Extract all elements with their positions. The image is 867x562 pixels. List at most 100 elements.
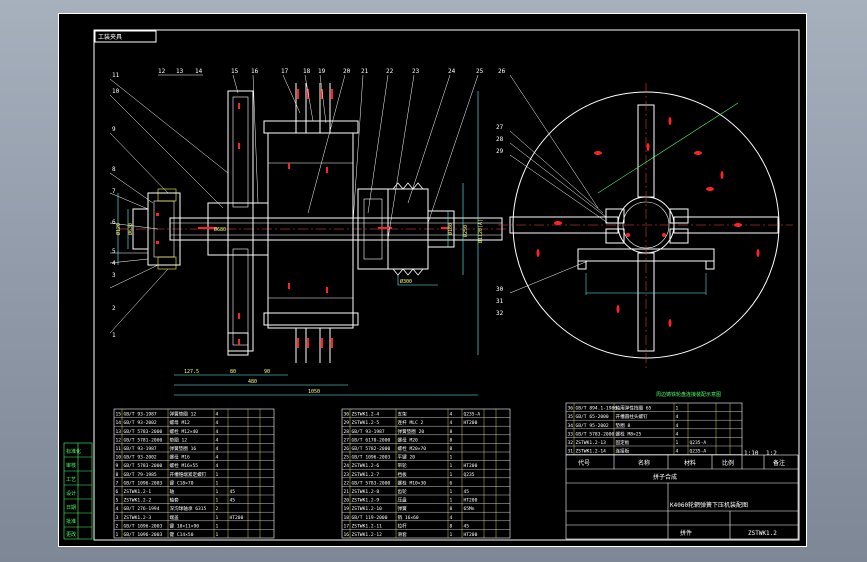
bom-cell: GB/T 5782-2000 — [352, 446, 391, 452]
bom-cell: GB/T 276-1994 — [124, 506, 160, 512]
bom-cell: 弹簧垫圈 20 — [398, 428, 425, 435]
balloon-26: 26 — [498, 68, 506, 75]
bom-cell: GB/T 65-2000 — [576, 414, 609, 420]
bom-cell: 65Mn — [464, 506, 475, 512]
bom-cell: 螺栓 M10×30 — [398, 479, 427, 486]
bom-cell: 8 — [116, 472, 119, 478]
balloon-23: 23 — [412, 68, 420, 75]
balloon-2: 2 — [112, 305, 116, 312]
balloon-4: 4 — [112, 260, 116, 267]
bom-cell: GB/T 1096-2003 — [124, 532, 163, 538]
bom-cell: GB/T 5783-2000 — [576, 431, 615, 437]
balloon-9: 9 — [112, 126, 116, 133]
balloon-18: 18 — [303, 68, 311, 75]
bom-cell: 4 — [216, 420, 219, 426]
tb-header-1: 名称 — [638, 459, 650, 467]
bom-cell: GB/T 93-2002 — [124, 420, 157, 426]
strip-6: 更改 — [66, 531, 76, 538]
bom-cell: 弹簧 — [398, 505, 408, 512]
bom-cell: 1 — [450, 489, 453, 495]
bom-cell: ZSTWK1.2-4 — [352, 412, 380, 418]
bom-cell: 8 — [450, 429, 453, 435]
bom-cell: GB/T 5783-2000 — [124, 463, 163, 469]
tb-footer-left: 拼件 — [680, 529, 692, 537]
bom-cell: GB/T 6170-2000 — [352, 437, 391, 443]
bom-cell: 轴用弹性挡圈 65 — [616, 405, 652, 412]
title-block-texts: 代号 名称 材料 比例 备注 拼子合成 K4060轮辋弹簧下压机装配图 拼件 Z… — [578, 450, 785, 537]
bom-cell: 2 — [216, 506, 219, 512]
bom-cell: 螺栓 M12×40 — [170, 428, 199, 435]
bom-cell: 3 — [116, 515, 119, 521]
dim-d180: Ø180 — [447, 223, 454, 235]
dim-d680: Ø680 — [214, 226, 226, 233]
bom-cell: 1 — [676, 440, 679, 446]
bom-cell: 4 — [216, 429, 219, 435]
bom-cell: ZSTWK1.2-7 — [352, 472, 380, 478]
balloon-12: 12 — [158, 68, 166, 75]
bom-table-right: 36 GB/T 894.1-1986轴用弹性挡圈 65 1 35 GB/T 65-200… — [565, 402, 743, 455]
bom-cell: 7 — [116, 480, 119, 486]
bom-cell: 30 — [344, 412, 350, 418]
bom-cell: 4 — [450, 420, 453, 426]
tb-drawing-title: K4060轮辋弹簧下压机装配图 — [670, 501, 748, 509]
tb-part-name: 拼子合成 — [653, 473, 677, 481]
bom-cell: ZSTWK1.2-2 — [124, 498, 152, 504]
bom-cell: ZSTWK1.2-1 — [124, 489, 152, 495]
bom-cell: 4 — [676, 423, 679, 429]
bom-cell: 19 — [344, 506, 350, 512]
bom-cell: ZSTWK1.2-8 — [352, 489, 380, 495]
bom-cell: 带轮 — [398, 462, 408, 469]
balloon-27: 27 — [496, 124, 504, 131]
balloon-5: 5 — [112, 248, 116, 255]
drawing-sheet: 工装夹具 127.5 80 90 480 1050 Ø180 Ø120 Ø250… — [58, 13, 807, 547]
bom-cell: GB/T 95-2002 — [576, 423, 609, 429]
bom-cell: 4 — [676, 414, 679, 420]
bom-cell: 连杆 MLC 2 — [398, 419, 424, 426]
bom-cell: 1 — [450, 455, 453, 461]
dim-d250: Ø250 — [462, 225, 469, 237]
bom-cell: 11 — [116, 446, 122, 452]
bom-cell: GB/T 1096-2003 — [124, 480, 163, 486]
bom-cell: ZSTWK1.2-12 — [352, 532, 383, 538]
bom-cell: 弹簧垫圈 12 — [170, 411, 197, 418]
bom-cell: 键 18×11×90 — [170, 522, 200, 529]
strip-4: 日期 — [66, 505, 76, 511]
balloon-24: 24 — [448, 68, 456, 75]
bom-cell: 4 — [216, 455, 219, 461]
bom-cell: 26 — [344, 446, 350, 452]
assembly-drawing: 工装夹具 127.5 80 90 480 1050 Ø180 Ø120 Ø250… — [58, 13, 807, 547]
side-diag — [597, 102, 739, 194]
balloon-17: 17 — [281, 68, 289, 75]
bom-cell: 22 — [344, 480, 350, 486]
bom-cell: 1 — [216, 472, 219, 478]
balloon-30: 30 — [496, 286, 504, 293]
dim-127: 127.5 — [184, 369, 199, 375]
dimension-lines — [117, 91, 479, 396]
balloon-14: 14 — [195, 68, 203, 75]
tb-header-2: 材料 — [684, 459, 696, 467]
bom-cell: 轴 — [170, 488, 175, 495]
title-block — [565, 454, 799, 540]
bom-cell: 4 — [216, 437, 219, 443]
bom-cell: 4 — [450, 412, 453, 418]
balloon-6: 6 — [112, 219, 116, 226]
bom-cell: 45 — [464, 489, 470, 495]
bom-cell: ZSTWK1.2-3 — [124, 515, 152, 521]
bom-cell: 45 — [464, 523, 470, 529]
bom-cell: 15 — [116, 412, 122, 418]
bom-cell: 螺母 M16 — [170, 454, 190, 461]
bom-cell: 4 — [676, 431, 679, 437]
bom-cell: 垫圈 8 — [616, 422, 631, 429]
side-bolt-markers — [536, 117, 760, 327]
bom-cell: 1 — [216, 515, 219, 521]
bom-cell: HT200 — [464, 498, 478, 504]
bom-cell: 1 — [216, 498, 219, 504]
bom-cell: 销 16×60 — [398, 514, 419, 521]
bom-cell: 螺栓 M20×70 — [398, 445, 427, 452]
bom-cell: 1 — [450, 472, 453, 478]
leader-lines — [109, 74, 479, 334]
bom-cell: 45 — [230, 498, 236, 504]
side-leaders — [509, 74, 609, 294]
bom-cell: 轴套 — [170, 497, 180, 504]
dim-80: 80 — [230, 369, 236, 375]
